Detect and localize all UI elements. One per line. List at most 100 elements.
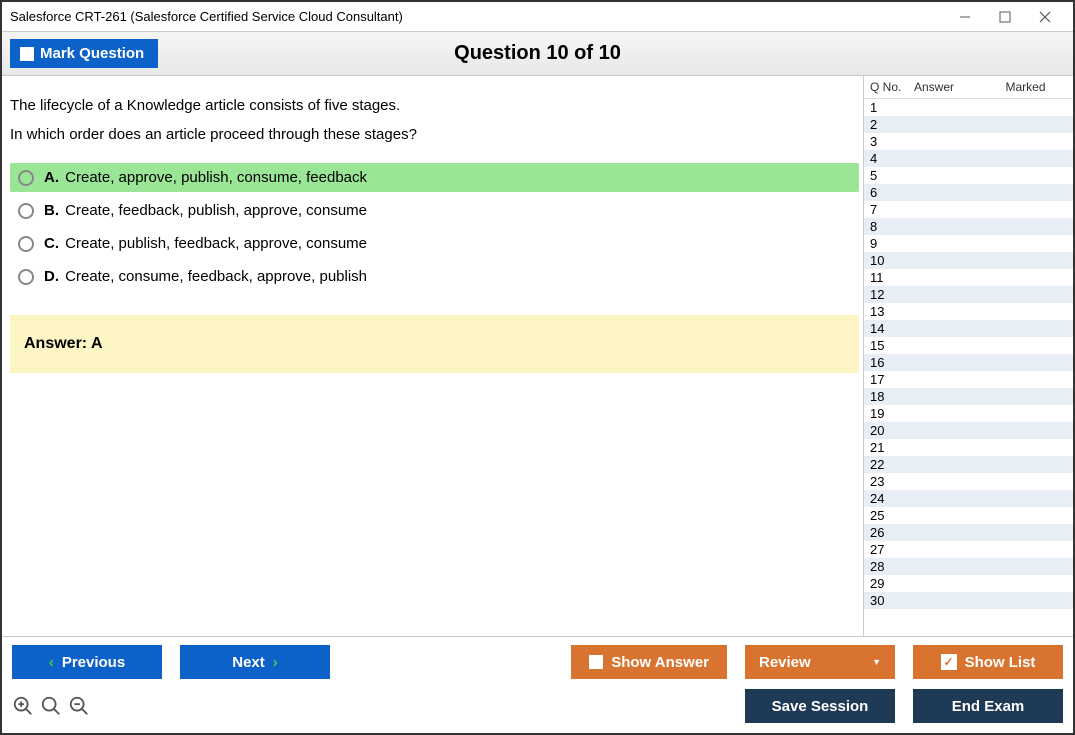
mark-question-button[interactable]: Mark Question xyxy=(10,39,158,68)
col-answer: Answer xyxy=(914,80,984,94)
question-list-row[interactable]: 17 xyxy=(864,371,1073,388)
qno-cell: 11 xyxy=(870,270,914,285)
question-list-row[interactable]: 21 xyxy=(864,439,1073,456)
question-list-row[interactable]: 12 xyxy=(864,286,1073,303)
radio-icon xyxy=(18,203,34,219)
question-list-row[interactable]: 18 xyxy=(864,388,1073,405)
qno-cell: 24 xyxy=(870,491,914,506)
option-row-D[interactable]: D. Create, consume, feedback, approve, p… xyxy=(10,262,859,291)
question-panel: The lifecycle of a Knowledge article con… xyxy=(2,76,863,636)
zoom-icon xyxy=(40,695,62,717)
question-list-row[interactable]: 14 xyxy=(864,320,1073,337)
option-letter: C. xyxy=(44,235,59,252)
option-text: C. Create, publish, feedback, approve, c… xyxy=(44,235,367,252)
question-counter: Question 10 of 10 xyxy=(454,42,621,65)
qno-cell: 8 xyxy=(870,219,914,234)
question-list-row[interactable]: 2 xyxy=(864,116,1073,133)
qno-cell: 17 xyxy=(870,372,914,387)
review-dropdown[interactable]: Review ▼ xyxy=(745,645,895,679)
question-list[interactable]: 1234567891011121314151617181920212223242… xyxy=(864,99,1073,636)
qno-cell: 2 xyxy=(870,117,914,132)
save-session-label: Save Session xyxy=(772,698,869,715)
question-list-panel: Q No. Answer Marked 12345678910111213141… xyxy=(863,76,1073,636)
option-row-C[interactable]: C. Create, publish, feedback, approve, c… xyxy=(10,229,859,258)
question-list-row[interactable]: 27 xyxy=(864,541,1073,558)
radio-icon xyxy=(18,269,34,285)
question-list-row[interactable]: 19 xyxy=(864,405,1073,422)
question-list-row[interactable]: 10 xyxy=(864,252,1073,269)
zoom-reset-button[interactable] xyxy=(40,695,62,717)
qno-cell: 30 xyxy=(870,593,914,608)
minimize-button[interactable] xyxy=(945,3,985,31)
qno-cell: 15 xyxy=(870,338,914,353)
previous-button[interactable]: ‹ Previous xyxy=(12,645,162,679)
qno-cell: 29 xyxy=(870,576,914,591)
qno-cell: 4 xyxy=(870,151,914,166)
question-list-row[interactable]: 7 xyxy=(864,201,1073,218)
question-list-row[interactable]: 9 xyxy=(864,235,1073,252)
zoom-out-button[interactable] xyxy=(68,695,90,717)
option-text: B. Create, feedback, publish, approve, c… xyxy=(44,202,367,219)
option-row-B[interactable]: B. Create, feedback, publish, approve, c… xyxy=(10,196,859,225)
show-list-button[interactable]: ✓ Show List xyxy=(913,645,1063,679)
option-row-A[interactable]: A. Create, approve, publish, consume, fe… xyxy=(10,163,859,192)
checked-icon: ✓ xyxy=(941,654,957,670)
question-list-row[interactable]: 25 xyxy=(864,507,1073,524)
close-button[interactable] xyxy=(1025,3,1065,31)
question-list-row[interactable]: 5 xyxy=(864,167,1073,184)
question-list-row[interactable]: 30 xyxy=(864,592,1073,609)
question-list-row[interactable]: 11 xyxy=(864,269,1073,286)
question-list-row[interactable]: 16 xyxy=(864,354,1073,371)
question-list-row[interactable]: 1 xyxy=(864,99,1073,116)
question-list-row[interactable]: 29 xyxy=(864,575,1073,592)
app-window: Salesforce CRT-261 (Salesforce Certified… xyxy=(0,0,1075,735)
question-list-row[interactable]: 26 xyxy=(864,524,1073,541)
question-list-row[interactable]: 13 xyxy=(864,303,1073,320)
option-letter: A. xyxy=(44,169,59,186)
option-letter: D. xyxy=(44,268,59,285)
qno-cell: 14 xyxy=(870,321,914,336)
question-list-row[interactable]: 3 xyxy=(864,133,1073,150)
question-list-row[interactable]: 24 xyxy=(864,490,1073,507)
qno-cell: 3 xyxy=(870,134,914,149)
show-list-label: Show List xyxy=(965,654,1036,671)
end-exam-button[interactable]: End Exam xyxy=(913,689,1063,723)
question-list-row[interactable]: 28 xyxy=(864,558,1073,575)
question-list-row[interactable]: 15 xyxy=(864,337,1073,354)
zoom-in-icon xyxy=(12,695,34,717)
question-list-row[interactable]: 20 xyxy=(864,422,1073,439)
minimize-icon xyxy=(959,11,971,23)
zoom-controls xyxy=(12,695,90,717)
previous-label: Previous xyxy=(62,654,125,671)
chevron-left-icon: ‹ xyxy=(49,654,54,671)
radio-icon xyxy=(18,236,34,252)
save-session-button[interactable]: Save Session xyxy=(745,689,895,723)
show-answer-button[interactable]: Show Answer xyxy=(571,645,727,679)
qno-cell: 6 xyxy=(870,185,914,200)
next-label: Next xyxy=(232,654,265,671)
next-button[interactable]: Next › xyxy=(180,645,330,679)
window-title: Salesforce CRT-261 (Salesforce Certified… xyxy=(10,9,945,24)
question-line-1: The lifecycle of a Knowledge article con… xyxy=(10,92,859,121)
question-list-row[interactable]: 4 xyxy=(864,150,1073,167)
question-list-row[interactable]: 8 xyxy=(864,218,1073,235)
close-icon xyxy=(1039,11,1051,23)
zoom-in-button[interactable] xyxy=(12,695,34,717)
footer: ‹ Previous Next › Show Answer Review ▼ ✓… xyxy=(2,636,1073,733)
qno-cell: 26 xyxy=(870,525,914,540)
qno-cell: 1 xyxy=(870,100,914,115)
options-list: A. Create, approve, publish, consume, fe… xyxy=(10,163,859,291)
qno-cell: 7 xyxy=(870,202,914,217)
qno-cell: 10 xyxy=(870,253,914,268)
answer-label: Answer: A xyxy=(24,335,103,352)
show-answer-label: Show Answer xyxy=(611,654,709,671)
qno-cell: 28 xyxy=(870,559,914,574)
qno-cell: 12 xyxy=(870,287,914,302)
question-list-row[interactable]: 22 xyxy=(864,456,1073,473)
question-list-row[interactable]: 6 xyxy=(864,184,1073,201)
question-list-row[interactable]: 23 xyxy=(864,473,1073,490)
header-bar: Mark Question Question 10 of 10 xyxy=(2,32,1073,76)
maximize-button[interactable] xyxy=(985,3,1025,31)
col-qno: Q No. xyxy=(870,80,914,94)
qno-cell: 13 xyxy=(870,304,914,319)
